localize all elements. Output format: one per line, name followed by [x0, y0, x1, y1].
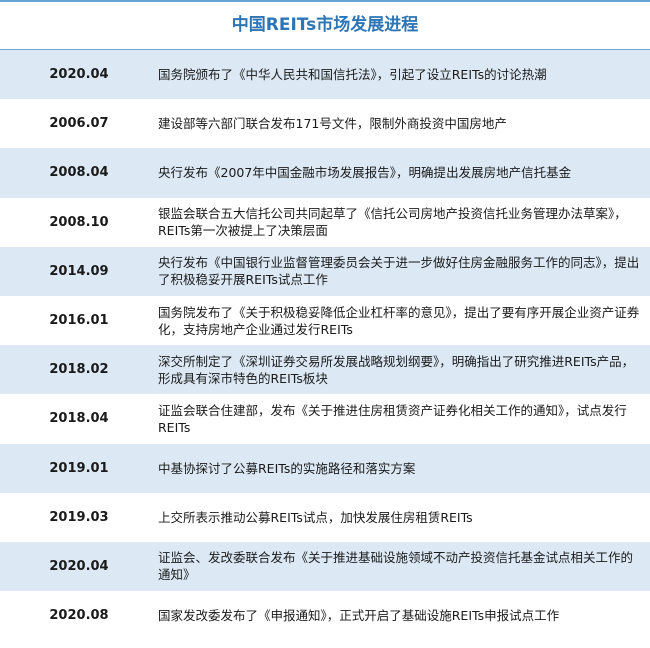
row-event: 国务院发布了《关于积极稳妥降低企业杠杆率的意见》，提出了要有序开展企业资产证券化… [158, 304, 640, 337]
row-date: 2014.09 [49, 263, 109, 279]
row-date: 2008.04 [49, 165, 109, 181]
timeline-row: 2008.10 银监会联合五大信托公司共同起草了《信托公司房地产投资信托业务管理… [0, 197, 650, 247]
reits-timeline-table: 中国REITs市场发展进程 2020.04 国务院颁布了《中华人民共和国信托法》… [0, 0, 650, 641]
row-date: 2006.07 [49, 116, 109, 132]
row-date: 2020.04 [49, 67, 109, 83]
row-date: 2020.04 [49, 558, 109, 574]
timeline-row: 2019.03 上交所表示推动公募REITs试点，加快发展住房租赁REITs [0, 492, 650, 542]
timeline-row: 2020.04 证监会、发改委联合发布《关于推进基础设施领域不动产投资信托基金试… [0, 541, 650, 592]
timeline-row: 2006.07 建设部等六部门联合发布171号文件，限制外商投资中国房地产 [0, 99, 650, 149]
row-date: 2019.03 [49, 509, 109, 525]
timeline-row: 2016.01 国务院发布了《关于积极稳妥降低企业杠杆率的意见》，提出了要有序开… [0, 295, 650, 346]
row-date: 2018.04 [49, 411, 109, 427]
timeline-row: 2018.02 深交所制定了《深圳证券交易所发展战略规划纲要》，明确指出了研究推… [0, 345, 650, 395]
row-event: 央行发布《2007年中国金融市场发展报告》，明确提出发展房地产信托基金 [158, 165, 572, 181]
timeline-row: 2008.04 央行发布《2007年中国金融市场发展报告》，明确提出发展房地产信… [0, 148, 650, 198]
row-event: 证监会联合住建部，发布《关于推进住房租赁资产证券化相关工作的通知》，试点发行RE… [158, 402, 627, 435]
row-date: 2019.01 [49, 460, 109, 476]
row-event: 上交所表示推动公募REITs试点，加快发展住房租赁REITs [158, 509, 473, 525]
row-event: 证监会、发改委联合发布《关于推进基础设施领域不动产投资信托基金试点相关工作的通知… [158, 550, 634, 583]
timeline-row: 2014.09 央行发布《中国银行业监督管理委员会关于进一步做好住房金融服务工作… [0, 246, 650, 296]
row-event: 银监会联合五大信托公司共同起草了《信托公司房地产投资信托业务管理办法草案》，RE… [158, 206, 627, 239]
table-title: 中国REITs市场发展进程 [0, 2, 650, 50]
timeline-row: 2020.04 国务院颁布了《中华人民共和国信托法》，引起了设立REITs的讨论… [0, 50, 650, 100]
timeline-row: 2019.01 中基协探讨了公募REITs的实施路径和落实方案 [0, 443, 650, 493]
row-event: 央行发布《中国银行业监督管理委员会关于进一步做好住房金融服务工作的同志》，提出了… [158, 255, 640, 288]
row-date: 2016.01 [49, 313, 109, 329]
row-event: 深交所制定了《深圳证券交易所发展战略规划纲要》，明确指出了研究推进REITs产品… [158, 353, 635, 386]
timeline-row: 2018.04 证监会联合住建部，发布《关于推进住房租赁资产证券化相关工作的通知… [0, 394, 650, 444]
timeline-row: 2020.08 国家发改委发布了《申报通知》，正式开启了基础设施REITs申报试… [0, 591, 650, 641]
row-date: 2008.10 [49, 214, 109, 230]
row-date: 2020.08 [49, 608, 109, 624]
row-event: 建设部等六部门联合发布171号文件，限制外商投资中国房地产 [158, 116, 507, 132]
timeline-rows: 2020.04 国务院颁布了《中华人民共和国信托法》，引起了设立REITs的讨论… [0, 50, 650, 641]
row-date: 2018.02 [49, 362, 109, 378]
row-event: 国家发改委发布了《申报通知》，正式开启了基础设施REITs申报试点工作 [158, 608, 560, 624]
row-event: 国务院颁布了《中华人民共和国信托法》，引起了设立REITs的讨论热潮 [158, 67, 547, 83]
row-event: 中基协探讨了公募REITs的实施路径和落实方案 [158, 460, 416, 476]
